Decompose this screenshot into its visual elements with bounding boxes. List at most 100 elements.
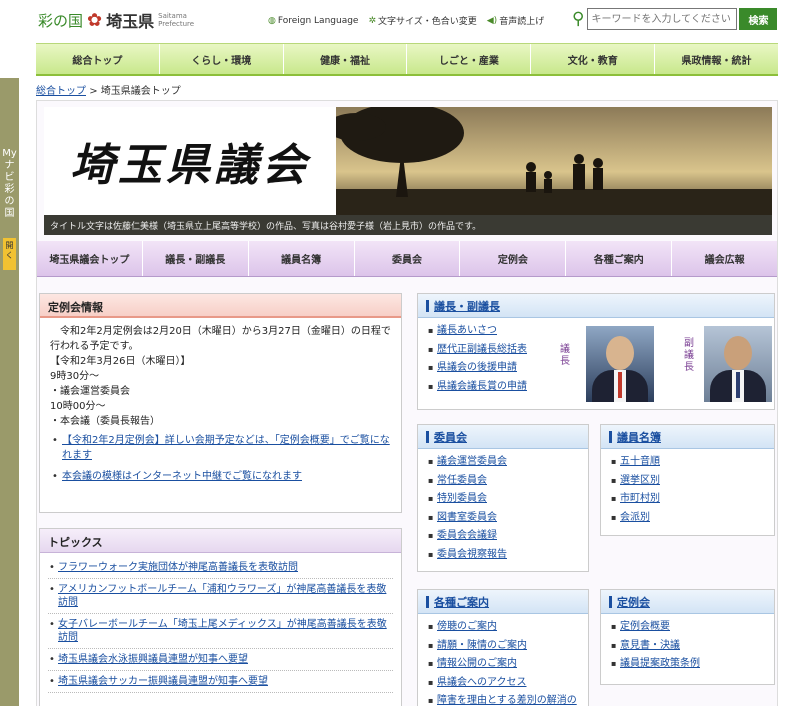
gichou-title[interactable]: 議長・副議長 <box>418 294 774 318</box>
header-tools: ◍ Foreign Language ✲ 文字サイズ・色合い変更 ◀) 音声読上… <box>268 14 544 28</box>
foreign-language-link[interactable]: ◍ Foreign Language <box>268 14 358 27</box>
global-nav-bunka[interactable]: 文化・教育 <box>531 44 656 74</box>
read-aloud-link[interactable]: ◀) 音声読上げ <box>486 14 544 28</box>
teireikai-overview-link[interactable]: 【令和2年2月定例会】詳しい会期予定などは、「定例会概要」でご覧になれます <box>50 433 391 463</box>
gichou-title-text: 議長・副議長 <box>434 299 500 313</box>
site-header: 彩の国 ✿ 埼玉県 Saitama Prefecture ◍ Foreign L… <box>0 0 799 40</box>
teireikai-info-box: 定例会情報 令和2年2月定例会は2月20日（木曜日）から3月27日（金曜日）の日… <box>39 293 402 513</box>
subnav-annai[interactable]: 各種ご案内 <box>566 241 673 276</box>
banner: 埼玉県議会 タイトル文字は佐藤仁美様（埼玉県立上尾高等学校）の作品、写真は谷村愛… <box>44 107 772 235</box>
global-nav-shigoto[interactable]: しごと・産業 <box>407 44 532 74</box>
list-item[interactable]: 請願・陳情のご案内 <box>428 637 578 656</box>
iinkai-links: 議会運営委員会 常任委員会 特別委員会 図書室委員会 委員会会議録 委員会視察報… <box>418 449 588 568</box>
list-item[interactable]: 特別委員会 <box>428 490 578 509</box>
list-item[interactable]: 障害を理由とする差別の解消の <box>428 692 578 706</box>
annai-links: 傍聴のご案内 請願・陳情のご案内 情報公開のご案内 県議会へのアクセス 障害を理… <box>418 614 588 706</box>
list-item[interactable]: 埼玉県議会水泳振興議員連盟が知事へ要望 <box>48 649 393 671</box>
banner-caption: タイトル文字は佐藤仁美様（埼玉県立上尾高等学校）の作品、写真は谷村愛子様（岩上見… <box>44 215 772 235</box>
iinkai-title[interactable]: 委員会 <box>418 425 588 449</box>
subnav-teireikai[interactable]: 定例会 <box>460 241 567 276</box>
global-nav-top[interactable]: 総合トップ <box>36 44 160 74</box>
foreign-language-label: Foreign Language <box>277 15 359 26</box>
subnav-gichou[interactable]: 議長・副議長 <box>143 241 249 276</box>
breadcrumb-current: 埼玉県議会トップ <box>100 86 181 97</box>
banner-photo <box>336 107 772 215</box>
vice-chair-role-label: 副議長 <box>684 338 694 373</box>
teireikai-date: 【令和2年3月26日（木曜日）】 <box>50 356 191 367</box>
speaker-icon: ◀) <box>486 15 498 26</box>
logo-sainokuni: 彩の国 <box>38 11 84 30</box>
mynavi-open-button[interactable]: 開く <box>3 238 16 270</box>
list-item[interactable]: 常任委員会 <box>428 472 578 491</box>
heading-mark-icon <box>609 430 612 443</box>
logo-pref: 埼玉県 <box>106 12 155 31</box>
list-item[interactable]: 委員会視察報告 <box>428 546 578 565</box>
heading-mark-icon <box>609 595 612 608</box>
list-item[interactable]: 女子バレーボールチーム「埼玉上尾メディックス」が神尾高善議長を表敬訪問 <box>48 614 393 649</box>
list-item[interactable]: 県議会へのアクセス <box>428 674 578 693</box>
list-item[interactable]: 委員会会議録 <box>428 527 578 546</box>
list-item[interactable]: 情報公開のご案内 <box>428 655 578 674</box>
teireikai-item2: ・本会議（委員長報告） <box>50 416 160 427</box>
search-button[interactable]: 検索 <box>739 8 778 30</box>
flower-icon: ✿ <box>87 9 103 31</box>
banner-title: 埼玉県議会 <box>70 140 310 191</box>
subnav-meibo[interactable]: 議員名簿 <box>249 241 355 276</box>
heading-mark-icon <box>426 430 429 443</box>
global-nav-kurashi[interactable]: くらし・環境 <box>160 44 284 74</box>
council-subnav: 埼玉県議会トップ 議長・副議長 議員名簿 委員会 定例会 各種ご案内 議会広報 <box>37 241 777 277</box>
teireikai-side-box: 定例会 定例会概要 意見書・決議 議員提案政策条例 <box>600 589 775 685</box>
iinkai-box: 委員会 議会運営委員会 常任委員会 特別委員会 図書室委員会 委員会会議録 委員… <box>417 424 589 572</box>
annai-title[interactable]: 各種ご案内 <box>418 590 588 614</box>
topics-title: トピックス <box>40 529 401 553</box>
site-logo[interactable]: 彩の国 ✿ 埼玉県 Saitama Prefecture <box>38 8 198 32</box>
subnav-kouhou[interactable]: 議会広報 <box>672 241 777 276</box>
teireikai-intro: 令和2年2月定例会は2月20日（木曜日）から3月27日（金曜日）の日程で行われる… <box>50 326 391 352</box>
site-search: ⚲ 検索 <box>572 8 778 30</box>
list-item[interactable]: 意見書・決議 <box>611 637 764 656</box>
breadcrumb: 総合トップ > 埼玉県議会トップ <box>36 82 181 97</box>
topics-list: フラワーウォーク実施団体が神尾高善議長を表敬訪問 アメリカンフットボールチーム「… <box>40 553 401 697</box>
list-item[interactable]: アメリカンフットボールチーム「浦和ウラワーズ」が神尾高善議長を表敬訪問 <box>48 579 393 614</box>
teireikai-side-title-text: 定例会 <box>617 595 650 609</box>
gear-icon: ✲ <box>368 15 377 26</box>
teireikai-time2: 10時00分～ <box>50 401 106 412</box>
heading-mark-icon <box>426 299 429 312</box>
internet-broadcast-link[interactable]: 本会議の模様はインターネット中継でご覧になれます <box>50 469 391 484</box>
topics-box: トピックス フラワーウォーク実施団体が神尾高善議長を表敬訪問 アメリカンフットボ… <box>39 528 402 706</box>
list-item[interactable]: 図書室委員会 <box>428 509 578 528</box>
list-item[interactable]: 議員提案政策条例 <box>611 655 764 674</box>
font-color-settings-label: 文字サイズ・色合い変更 <box>378 17 477 27</box>
list-item[interactable]: 会派別 <box>611 509 764 528</box>
mynavi-label: Myナビ 彩の国 <box>2 148 17 219</box>
list-item[interactable]: 五十音順 <box>611 453 764 472</box>
list-item[interactable]: 埼玉県議会サッカー振興議員連盟が知事へ要望 <box>48 671 393 693</box>
global-nav-kenko[interactable]: 健康・福祉 <box>284 44 408 74</box>
teireikai-side-title[interactable]: 定例会 <box>601 590 774 614</box>
list-item[interactable]: 市町村別 <box>611 490 764 509</box>
vice-chair-portrait[interactable] <box>704 326 772 402</box>
list-item[interactable]: 定例会概要 <box>611 618 764 637</box>
breadcrumb-home-link[interactable]: 総合トップ <box>36 86 86 97</box>
mynavi-tab[interactable]: Myナビ 彩の国 開く <box>0 78 19 706</box>
list-item[interactable]: 選挙区別 <box>611 472 764 491</box>
list-item[interactable]: フラワーウォーク実施団体が神尾高善議長を表敬訪問 <box>48 557 393 579</box>
teireikai-time1: 9時30分～ <box>50 371 100 382</box>
search-input[interactable] <box>587 8 738 30</box>
subnav-top[interactable]: 埼玉県議会トップ <box>37 241 143 276</box>
annai-box: 各種ご案内 傍聴のご案内 請願・陳情のご案内 情報公開のご案内 県議会へのアクセ… <box>417 589 589 706</box>
chair-portrait[interactable] <box>586 326 654 402</box>
font-color-settings-link[interactable]: ✲ 文字サイズ・色合い変更 <box>368 14 477 28</box>
teireikai-side-links: 定例会概要 意見書・決議 議員提案政策条例 <box>601 614 774 678</box>
annai-title-text: 各種ご案内 <box>434 595 489 609</box>
list-item[interactable]: 傍聴のご案内 <box>428 618 578 637</box>
meibo-box: 議員名簿 五十音順 選挙区別 市町村別 会派別 <box>600 424 775 536</box>
subnav-iinkai[interactable]: 委員会 <box>355 241 461 276</box>
gichou-box: 議長・副議長 議長あいさつ 歴代正副議長総括表 県議会の後援申請 県議会議長賞の… <box>417 293 775 410</box>
global-nav-kensei[interactable]: 県政情報・統計 <box>655 44 778 74</box>
logo-romaji: Saitama Prefecture <box>158 12 195 28</box>
meibo-title[interactable]: 議員名簿 <box>601 425 774 449</box>
list-item[interactable]: 議会運営委員会 <box>428 453 578 472</box>
global-nav: 総合トップ くらし・環境 健康・福祉 しごと・産業 文化・教育 県政情報・統計 <box>36 43 778 76</box>
breadcrumb-separator: > <box>89 86 98 97</box>
